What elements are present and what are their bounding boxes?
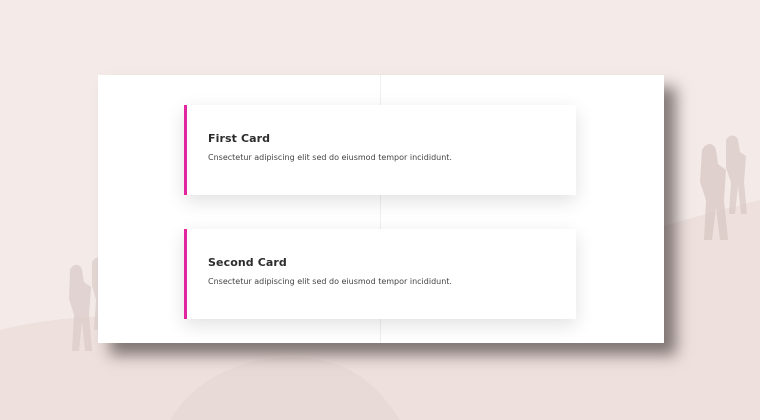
card-first: First Card Cnsectetur adipiscing elit se… xyxy=(184,105,576,195)
card-title: Second Card xyxy=(208,256,287,269)
card-second: Second Card Cnsectetur adipiscing elit s… xyxy=(184,229,576,319)
card-title: First Card xyxy=(208,132,271,145)
card-text: Cnsectetur adipiscing elit sed do eiusmo… xyxy=(208,277,452,286)
card-text: Cnsectetur adipiscing elit sed do eiusmo… xyxy=(208,153,452,162)
content-panel: First Card Cnsectetur adipiscing elit se… xyxy=(98,75,664,343)
